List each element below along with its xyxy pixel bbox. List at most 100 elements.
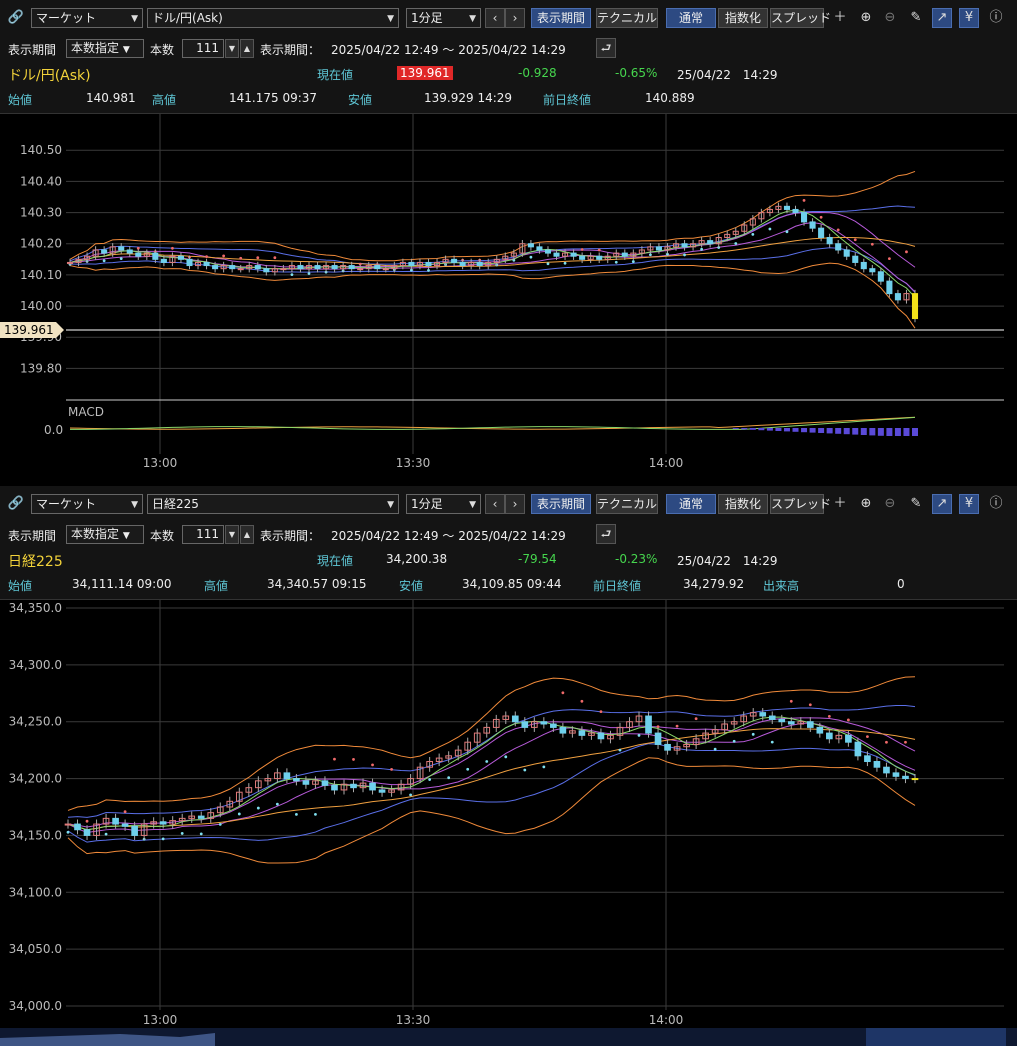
normal-button[interactable]: 通常 (666, 494, 716, 514)
change-value: -0.928 (518, 66, 557, 80)
interval-dropdown[interactable]: 1分足 ▼ (406, 8, 481, 28)
trend-cursor-icon[interactable]: ↗ (932, 494, 952, 514)
sar-dot (905, 250, 908, 254)
sar-dot (580, 699, 584, 703)
candle (159, 821, 167, 825)
zoom-in-icon[interactable]: ⊕ (856, 494, 876, 514)
low-value: 139.929 14:29 (424, 91, 513, 105)
candle (197, 815, 205, 819)
y-tick-label: 140.00 (20, 299, 62, 313)
bollinger-lower-outer (69, 262, 916, 329)
market-dropdown-label: マーケット (36, 11, 97, 25)
candle (911, 778, 919, 781)
crosshair-icon[interactable]: ＋ (830, 8, 850, 28)
range-label: 表示期間： (260, 529, 321, 543)
sar-dot (802, 198, 806, 202)
candle (118, 246, 125, 251)
sar-dot (751, 233, 755, 236)
pencil-icon[interactable]: ✎ (906, 8, 926, 28)
envelope-lower (69, 222, 916, 293)
macd-histogram-bar (877, 428, 884, 436)
candle (801, 212, 808, 223)
candle (331, 265, 338, 270)
y-tick-label: 34,050.0 (9, 942, 62, 956)
symbol-dropdown[interactable]: 日経225 ▼ (147, 494, 399, 514)
candle (787, 721, 795, 725)
current-value: 34,200.38 (386, 552, 448, 566)
candle (408, 261, 415, 267)
candle (854, 741, 862, 757)
prev-button[interactable]: ‹ (485, 494, 505, 514)
trend-cursor-icon[interactable]: ↗ (932, 8, 952, 28)
sar-dot (846, 718, 850, 722)
macd-histogram-bar (741, 428, 748, 430)
count-up-button[interactable]: ▲ (240, 525, 254, 544)
period-button[interactable]: 表示期間 (531, 494, 591, 514)
mode-dropdown[interactable]: 本数指定 ▼ (66, 525, 144, 544)
y-tick-label: 34,250.0 (9, 715, 62, 729)
period-button[interactable]: 表示期間 (531, 8, 591, 28)
technical-button[interactable]: テクニカル (596, 8, 658, 28)
yen-icon[interactable]: ¥ (959, 8, 979, 28)
y-tick-label: 140.20 (20, 237, 62, 251)
spread-button[interactable]: スプレッド (770, 8, 831, 28)
prev-button[interactable]: ‹ (485, 8, 505, 28)
candle (869, 268, 876, 273)
yen-icon[interactable]: ¥ (959, 494, 979, 514)
market-dropdown[interactable]: マーケット ▼ (31, 494, 143, 514)
zoom-out-icon[interactable]: ⊖ (880, 8, 900, 28)
sar-dot (314, 812, 317, 816)
sar-dot (161, 837, 165, 841)
chevron-down-icon: ▼ (387, 14, 394, 24)
moving-average-short (67, 716, 916, 831)
candle (559, 726, 567, 734)
sar-dot (631, 260, 635, 263)
index-button[interactable]: 指数化 (718, 8, 768, 28)
sar-dot (136, 246, 140, 250)
zoom-out-icon[interactable]: ⊖ (880, 494, 900, 514)
count-up-button[interactable]: ▲ (240, 39, 254, 58)
interval-dropdown[interactable]: 1分足 ▼ (406, 494, 481, 514)
count-input[interactable]: 111 (182, 39, 224, 58)
spread-button[interactable]: スプレッド (770, 494, 831, 514)
price-chart[interactable]: 140.50 140.40 140.30 140.20 140.10 140.00 139.… (0, 114, 1017, 487)
next-button[interactable]: › (505, 8, 525, 28)
market-dropdown[interactable]: マーケット ▼ (31, 8, 143, 28)
index-button[interactable]: 指数化 (718, 494, 768, 514)
high-label: 高値 (152, 93, 177, 107)
sar-dot (504, 755, 508, 759)
y-tick-label: 34,300.0 (9, 658, 62, 672)
y-tick-label: 34,000.0 (9, 999, 62, 1013)
crosshair-icon[interactable]: ＋ (830, 494, 850, 514)
candle (293, 778, 300, 782)
candle (263, 268, 270, 273)
link-icon[interactable]: 🔗 (6, 494, 26, 514)
technical-button[interactable]: テクニカル (596, 494, 658, 514)
normal-button[interactable]: 通常 (666, 8, 716, 28)
next-button[interactable]: › (505, 494, 525, 514)
link-icon[interactable]: 🔗 (6, 8, 26, 28)
macd-histogram-bar (886, 428, 893, 436)
count-down-button[interactable]: ▼ (225, 39, 239, 58)
sar-dot (466, 767, 470, 771)
zoom-in-icon[interactable]: ⊕ (856, 8, 876, 28)
navigator-window[interactable] (866, 1028, 1006, 1046)
info-icon[interactable]: ⓘ (986, 494, 1006, 514)
mode-dropdown[interactable]: 本数指定 ▼ (66, 39, 144, 58)
chevron-down-icon: ▼ (469, 14, 476, 24)
count-down-button[interactable]: ▼ (225, 525, 239, 544)
info-icon[interactable]: ⓘ (986, 8, 1006, 28)
macd-histogram-bar (826, 428, 833, 434)
return-icon[interactable]: ⮐ (596, 38, 616, 58)
sar-dot (447, 776, 451, 780)
price-chart[interactable]: 34,350.0 34,300.0 34,250.0 34,200.0 34,150.0… (0, 600, 1017, 1046)
pencil-icon[interactable]: ✎ (906, 494, 926, 514)
range-value: 2025/04/22 12:49 ～ 2025/04/22 14:29 (331, 43, 566, 57)
prev-close-label: 前日終値 (543, 93, 592, 107)
return-icon[interactable]: ⮐ (596, 524, 616, 544)
symbol-dropdown[interactable]: ドル/円(Ask) ▼ (147, 8, 399, 28)
sar-dot (273, 256, 277, 260)
count-input[interactable]: 111 (182, 525, 224, 544)
quote-row: ドル/円(Ask) 現在値 139.961 -0.928 -0.65% 25/0… (0, 61, 1017, 86)
sar-dot (618, 748, 622, 752)
